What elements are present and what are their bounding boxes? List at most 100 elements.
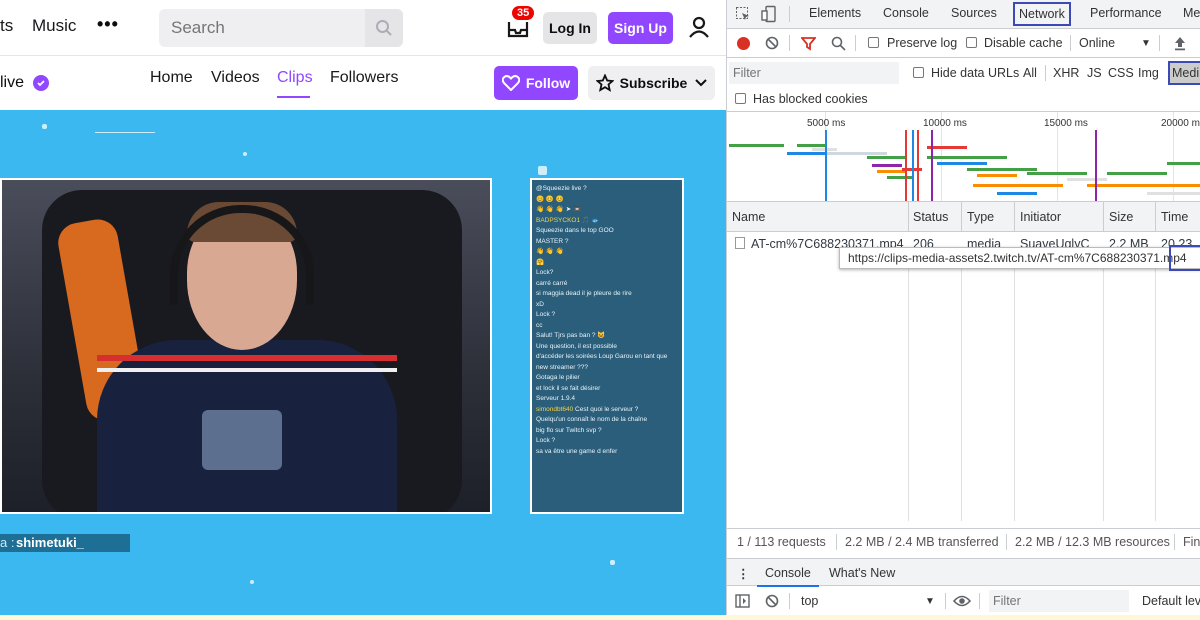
record-icon[interactable] bbox=[737, 37, 750, 50]
decor-speck bbox=[538, 166, 547, 175]
timeline-label: 5000 ms bbox=[807, 118, 846, 129]
network-overview-timeline[interactable]: 5000 ms 10000 ms 15000 ms 20000 m bbox=[727, 112, 1200, 202]
disable-cache-checkbox[interactable] bbox=[966, 37, 977, 48]
log-levels-select[interactable]: Default lev bbox=[1142, 594, 1200, 608]
timeline-bar bbox=[797, 144, 827, 147]
filter-type-js[interactable]: JS bbox=[1087, 66, 1102, 80]
column-separator bbox=[1155, 202, 1156, 232]
inspect-icon[interactable] bbox=[735, 6, 751, 22]
chat-username: simondbt640 bbox=[536, 405, 574, 413]
more-icon[interactable]: ••• bbox=[97, 14, 119, 35]
chat-text: 🎵 🐟 bbox=[581, 216, 600, 224]
chat-message: MASTER ? bbox=[536, 237, 678, 246]
column-separator bbox=[961, 202, 962, 232]
separator bbox=[945, 593, 946, 609]
chat-text: sa va être une game d enfer bbox=[536, 447, 618, 455]
tab-videos[interactable]: Videos bbox=[211, 69, 260, 87]
separator bbox=[855, 35, 856, 51]
column-separator bbox=[1103, 232, 1104, 521]
chat-message: Lock? bbox=[536, 268, 678, 277]
network-filter-bar: Hide data URLs All XHR JS CSS Img Medi bbox=[727, 58, 1200, 88]
drawer-tab-console[interactable]: Console bbox=[757, 559, 819, 587]
upload-icon[interactable] bbox=[1173, 36, 1187, 51]
tooltip-highlight-box bbox=[1169, 245, 1200, 271]
channel-bar: live Home Videos Clips Followers Follow … bbox=[0, 56, 726, 110]
console-filter-input[interactable] bbox=[989, 590, 1129, 612]
blocked-cookies-checkbox[interactable] bbox=[735, 93, 746, 104]
tooltip-url: https://clips-media-assets2.twitch.tv/AT… bbox=[848, 251, 1187, 265]
devtools-tab-bar: Elements Console Sources Network Perform… bbox=[727, 0, 1200, 29]
chat-message: d'accéder les soirées Loup Garou en tant… bbox=[536, 352, 678, 361]
user-icon[interactable] bbox=[688, 16, 710, 38]
filter-input[interactable] bbox=[729, 62, 899, 84]
hide-data-urls-checkbox[interactable] bbox=[913, 67, 924, 78]
timeline-marker bbox=[917, 130, 919, 201]
filter-type-xhr[interactable]: XHR bbox=[1053, 66, 1079, 80]
tab-performance[interactable]: Performance bbox=[1090, 6, 1162, 20]
subscribe-button[interactable]: Subscribe bbox=[588, 66, 715, 100]
nav-item-music[interactable]: Music bbox=[32, 16, 76, 36]
clear-icon[interactable] bbox=[765, 36, 779, 50]
search-button[interactable] bbox=[365, 9, 403, 47]
filter-type-media[interactable]: Medi bbox=[1168, 61, 1200, 85]
file-icon bbox=[735, 237, 745, 249]
hide-data-urls-label: Hide data URLs bbox=[931, 66, 1020, 80]
column-size[interactable]: Size bbox=[1109, 210, 1133, 224]
sidebar-toggle-icon[interactable] bbox=[735, 594, 750, 608]
tab-sources[interactable]: Sources bbox=[951, 6, 997, 20]
device-toolbar-icon[interactable] bbox=[761, 5, 779, 23]
search-input[interactable] bbox=[159, 9, 365, 47]
chat-text: Squeezie dans le top GOO bbox=[536, 227, 614, 234]
follow-button[interactable]: Follow bbox=[494, 66, 578, 100]
drawer-tab-whats-new[interactable]: What's New bbox=[829, 566, 895, 580]
clear-console-icon[interactable] bbox=[765, 594, 779, 608]
tab-network[interactable]: Network bbox=[1013, 2, 1071, 26]
filter-type-img[interactable]: Img bbox=[1138, 66, 1159, 80]
drawer-menu-icon[interactable]: ⋮ bbox=[737, 566, 750, 581]
column-type[interactable]: Type bbox=[967, 210, 994, 224]
chat-text: Cest quoi le serveur ? bbox=[575, 405, 639, 413]
timeline-bar bbox=[1107, 172, 1167, 175]
filter-type-all[interactable]: All bbox=[1023, 66, 1037, 80]
eye-icon[interactable] bbox=[953, 594, 971, 608]
filter-icon[interactable] bbox=[801, 36, 816, 51]
search-icon[interactable] bbox=[831, 36, 846, 51]
column-status[interactable]: Status bbox=[913, 210, 948, 224]
tab-elements[interactable]: Elements bbox=[809, 6, 861, 20]
separator bbox=[789, 35, 790, 51]
preserve-log-checkbox[interactable] bbox=[868, 37, 879, 48]
signup-button[interactable]: Sign Up bbox=[608, 12, 673, 44]
blocked-cookies-label: Has blocked cookies bbox=[753, 92, 868, 106]
tab-clips[interactable]: Clips bbox=[277, 69, 313, 87]
throttle-select[interactable]: Online bbox=[1079, 36, 1115, 50]
timeline-bar bbox=[872, 164, 902, 167]
filter-type-css[interactable]: CSS bbox=[1108, 66, 1134, 80]
chat-text: cc bbox=[536, 321, 543, 329]
context-select[interactable]: top bbox=[801, 594, 818, 608]
chat-message: 👋 👋 👋 bbox=[536, 247, 678, 256]
login-button[interactable]: Log In bbox=[543, 12, 597, 44]
tab-console[interactable]: Console bbox=[883, 6, 929, 20]
video-player[interactable]: @Squeezie live ? 😊 😊 😊 👋 👋 👋 ➤ 📼 BADPSYCKO1… bbox=[0, 110, 726, 615]
name-overlay-text: shimetuki_ bbox=[16, 535, 84, 550]
separator bbox=[1070, 35, 1071, 51]
screen: ts Music ••• 35 Log In Sign Up live Home… bbox=[0, 0, 1200, 620]
column-initiator[interactable]: Initiator bbox=[1020, 210, 1061, 224]
tab-memory-partial[interactable]: Me bbox=[1183, 6, 1200, 20]
tab-home[interactable]: Home bbox=[150, 69, 193, 87]
separator bbox=[789, 6, 790, 22]
search-box bbox=[159, 9, 403, 47]
tab-followers[interactable]: Followers bbox=[330, 69, 398, 87]
chat-text: Gotaga le pilier bbox=[536, 374, 580, 381]
status-resources: 2.2 MB / 12.3 MB resources bbox=[1015, 535, 1170, 549]
separator bbox=[789, 593, 790, 609]
chat-message: BADPSYCKO1 🎵 🐟 bbox=[536, 216, 678, 225]
network-status-bar: 1 / 113 requests 2.2 MB / 2.4 MB transfe… bbox=[727, 528, 1200, 554]
column-time[interactable]: Time bbox=[1161, 210, 1188, 224]
timeline-bar bbox=[997, 192, 1037, 195]
column-separator bbox=[1155, 232, 1156, 521]
nav-item-partial[interactable]: ts bbox=[0, 16, 13, 36]
column-name[interactable]: Name bbox=[732, 210, 765, 224]
caret-down-icon[interactable]: ▼ bbox=[925, 596, 935, 607]
caret-down-icon[interactable]: ▼ bbox=[1141, 38, 1151, 49]
